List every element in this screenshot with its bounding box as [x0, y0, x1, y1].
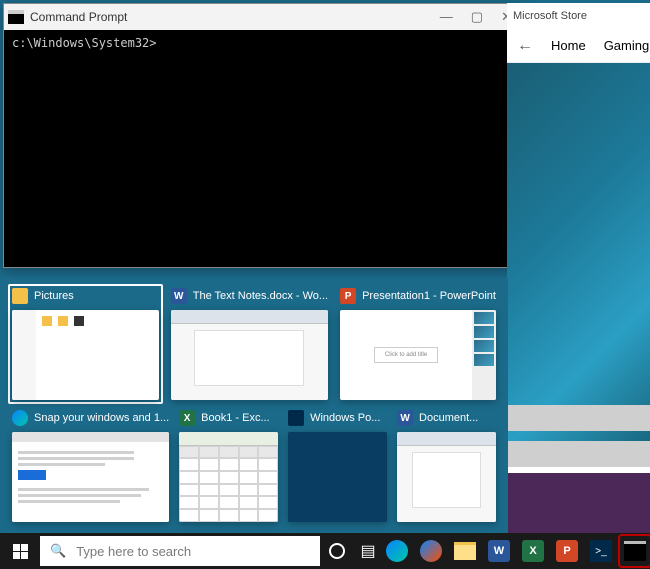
tab-gaming[interactable]: Gaming: [604, 38, 650, 53]
snap-assist-grid: Pictures W The Text Notes.docx - Wo... P…: [0, 278, 508, 533]
windows-icon: [13, 544, 28, 559]
search-placeholder: Type here to search: [76, 544, 191, 559]
taskbar-explorer[interactable]: [450, 536, 480, 566]
start-button[interactable]: [0, 533, 40, 569]
thumb-preview: [179, 432, 278, 522]
search-box[interactable]: 🔍 Type here to search: [40, 536, 320, 566]
word-icon: W: [488, 540, 510, 562]
command-prompt-title: Command Prompt: [30, 10, 127, 24]
command-prompt-text: c:\Windows\System32>: [12, 36, 157, 50]
snap-thumb-document[interactable]: W Document...: [397, 410, 496, 522]
thumb-preview: [12, 432, 169, 522]
edge-icon: [386, 540, 408, 562]
powerpoint-icon: P: [340, 288, 356, 304]
taskbar-edge-dev[interactable]: [416, 536, 446, 566]
command-prompt-titlebar[interactable]: Command Prompt — ▢ ✕: [4, 4, 522, 30]
edge-icon: [12, 410, 28, 426]
taskbar-cmd-highlighted[interactable]: [620, 536, 650, 566]
thumb-label: Document...: [419, 412, 478, 424]
command-prompt-window[interactable]: Command Prompt — ▢ ✕ c:\Windows\System32…: [3, 3, 523, 268]
slide-placeholder: Click to add title: [374, 347, 438, 363]
taskbar-edge[interactable]: [382, 536, 412, 566]
snap-thumb-powershell[interactable]: Windows Po...: [288, 410, 387, 522]
snap-thumb-powerpoint[interactable]: P Presentation1 - PowerPoint Click to ad…: [340, 288, 496, 400]
command-prompt-icon: [624, 541, 646, 561]
thumb-label: Pictures: [34, 290, 74, 302]
snap-thumb-excel[interactable]: X Book1 - Exc...: [179, 410, 278, 522]
thumb-preview: [12, 310, 159, 400]
store-card: [507, 405, 650, 431]
thumb-label: Snap your windows and 1...: [34, 412, 169, 424]
search-icon: 🔍: [50, 543, 66, 559]
taskbar-word[interactable]: W: [484, 536, 514, 566]
store-titlebar[interactable]: Microsoft Store: [507, 3, 650, 29]
snap-thumb-edge[interactable]: Snap your windows and 1...: [12, 410, 169, 522]
powerpoint-icon: P: [556, 540, 578, 562]
thumb-label: The Text Notes.docx - Wo...: [193, 290, 328, 302]
command-prompt-icon: [8, 10, 24, 24]
store-title: Microsoft Store: [513, 10, 587, 22]
taskbar: 🔍 Type here to search ▤ W X P >_: [0, 533, 650, 569]
minimize-button[interactable]: —: [440, 9, 453, 25]
excel-icon: X: [522, 540, 544, 562]
thumb-label: Windows Po...: [310, 412, 380, 424]
thumb-preview: [397, 432, 496, 522]
thumb-label: Presentation1 - PowerPoint: [362, 290, 496, 302]
powershell-icon: [288, 410, 304, 426]
command-prompt-body[interactable]: c:\Windows\System32> ▲ ▼: [4, 30, 522, 267]
store-hero-image: [507, 63, 650, 467]
taskbar-excel[interactable]: X: [518, 536, 548, 566]
snap-thumb-word[interactable]: W The Text Notes.docx - Wo...: [171, 288, 328, 400]
explorer-icon: [12, 288, 28, 304]
store-card: [507, 441, 650, 467]
thumb-preview: [288, 432, 387, 522]
taskbar-powershell[interactable]: >_: [586, 536, 616, 566]
store-cards: [507, 377, 650, 467]
cortana-button[interactable]: [320, 543, 354, 559]
excel-icon: X: [179, 410, 195, 426]
word-icon: W: [397, 410, 413, 426]
explorer-icon: [454, 542, 476, 560]
word-icon: W: [171, 288, 187, 304]
thumb-preview: Click to add title: [340, 310, 496, 400]
taskbar-powerpoint[interactable]: P: [552, 536, 582, 566]
tab-home[interactable]: Home: [551, 38, 586, 53]
store-nav: ← Home Gaming: [507, 29, 650, 63]
microsoft-store-window[interactable]: Microsoft Store ← Home Gaming: [507, 3, 650, 533]
thumb-preview: [171, 310, 328, 400]
back-button[interactable]: ←: [517, 37, 533, 55]
task-view-button[interactable]: ▤: [354, 541, 382, 561]
edge-dev-icon: [420, 540, 442, 562]
powershell-icon: >_: [590, 540, 612, 562]
maximize-button[interactable]: ▢: [471, 9, 483, 25]
cortana-icon: [329, 543, 345, 559]
store-banner: [507, 473, 650, 533]
snap-thumb-pictures[interactable]: Pictures: [8, 284, 163, 404]
thumb-label: Book1 - Exc...: [201, 412, 269, 424]
